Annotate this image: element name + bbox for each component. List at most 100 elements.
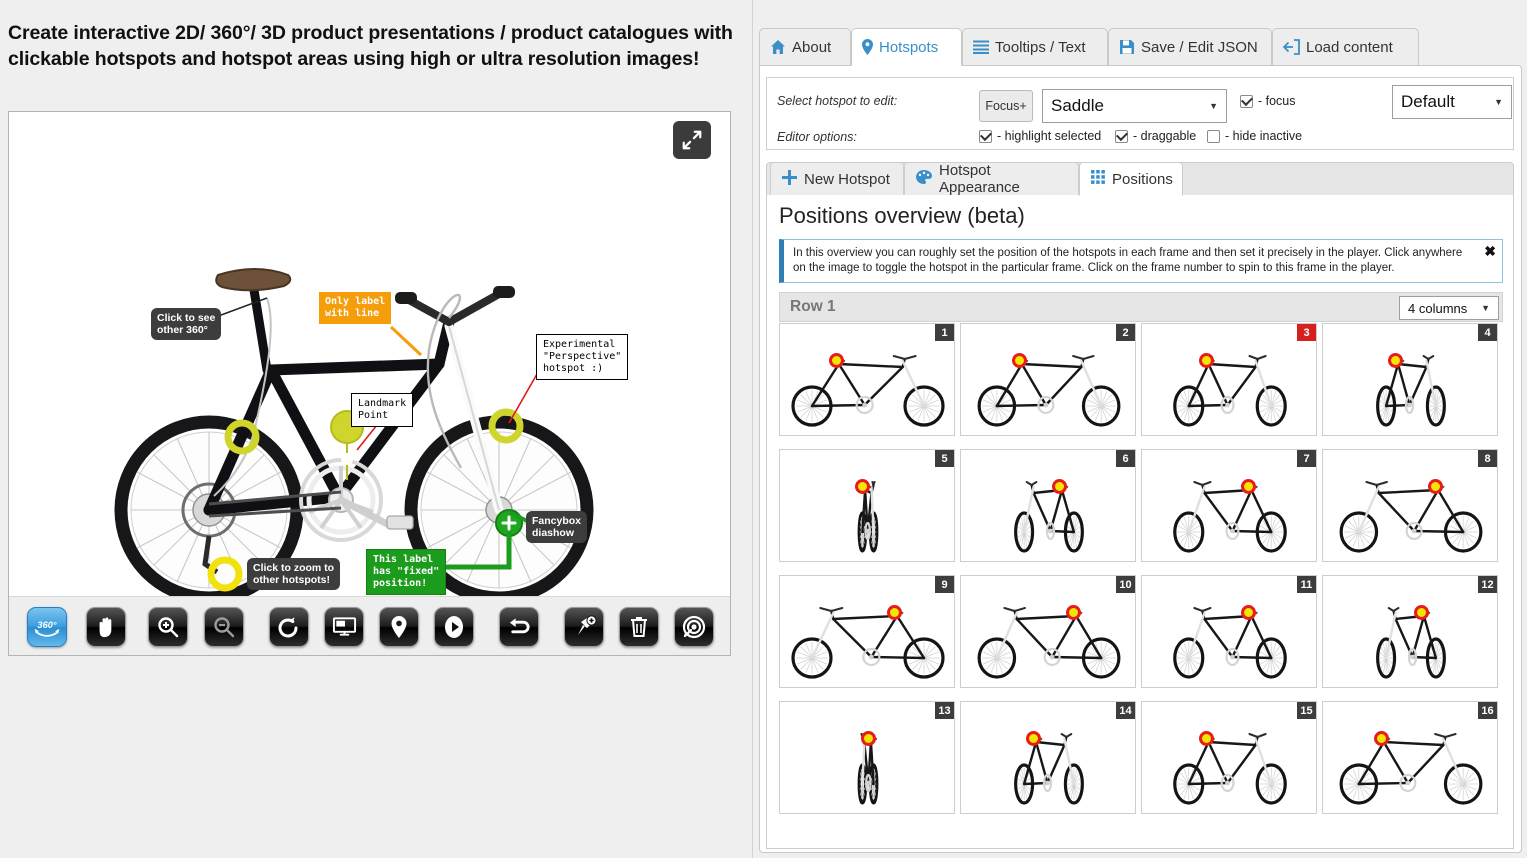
undo-button[interactable] (499, 607, 539, 647)
frame-cell[interactable]: 16 (1322, 701, 1498, 814)
tab-tooltips-text[interactable]: Tooltips / Text (962, 28, 1108, 66)
frame-thumbnail (1323, 450, 1497, 561)
play-button[interactable] (434, 607, 474, 647)
frame-cell[interactable]: 4 (1322, 323, 1498, 436)
frame-number-badge[interactable]: 4 (1478, 324, 1497, 341)
frame-number-badge[interactable]: 8 (1478, 450, 1497, 467)
subtab-new-hotspot[interactable]: New Hotspot (770, 162, 904, 196)
frame-hotspot-marker[interactable] (828, 353, 844, 368)
hotspot-label-click-zoom[interactable]: Click to zoom to other hotspots! (247, 558, 341, 590)
frame-hotspot-marker[interactable] (1388, 353, 1404, 368)
frame-cell[interactable]: 9 (779, 575, 955, 688)
fullscreen-monitor-button[interactable] (324, 607, 364, 647)
frame-number-badge[interactable]: 15 (1297, 702, 1316, 719)
tab-about[interactable]: About (759, 28, 851, 66)
zoom-out-button[interactable] (204, 607, 244, 647)
target-focus-button[interactable] (674, 607, 714, 647)
hotspots-toggle-button[interactable] (379, 607, 419, 647)
delete-button[interactable] (619, 607, 659, 647)
frame-hotspot-marker[interactable] (1373, 731, 1389, 746)
hide-inactive-checkbox[interactable] (1207, 129, 1220, 143)
frame-hotspot-marker[interactable] (1198, 353, 1214, 368)
viewer-stage[interactable]: Click to see other 360° Only label with … (9, 112, 730, 596)
frame-hotspot-marker[interactable] (1198, 731, 1214, 746)
frame-cell[interactable]: 1 (779, 323, 955, 436)
hotspot-label-perspective[interactable]: Experimental "Perspective" hotspot :) (536, 334, 629, 380)
tab-load-content[interactable]: Load content (1272, 28, 1419, 66)
list-lines-icon (973, 40, 989, 54)
frame-cell[interactable]: 8 (1322, 449, 1498, 562)
positions-overview: Positions overview (beta) In this overvi… (766, 195, 1514, 849)
frame-number-badge[interactable]: 11 (1297, 576, 1316, 593)
hotspot-label-fancybox[interactable]: Fancybox diashow (526, 511, 588, 543)
frame-number-badge[interactable]: 9 (935, 576, 954, 593)
frame-hotspot-marker[interactable] (860, 731, 876, 746)
frame-cell[interactable]: 14 (960, 701, 1136, 814)
row-header: Row 1 4 columns ▼ (779, 292, 1503, 322)
hotspot-label-landmark-point[interactable]: Landmark Point (351, 393, 414, 427)
product-viewer[interactable]: Click to see other 360° Only label with … (8, 111, 731, 656)
focus-checkbox[interactable] (1240, 94, 1253, 108)
hotspot-label-only-label-with-line[interactable]: Only label with line (319, 292, 392, 324)
frame-thumbnail (1323, 702, 1497, 813)
palette-icon (916, 169, 932, 189)
draggable-checkbox-row[interactable]: - draggable (1115, 129, 1196, 143)
frame-cell[interactable]: 13 (779, 701, 955, 814)
frame-cell[interactable]: 3 (1141, 323, 1317, 436)
hotspot-label-click-360[interactable]: Click to see other 360° (151, 308, 222, 340)
frame-hotspot-marker[interactable] (1051, 479, 1067, 494)
frame-number-badge[interactable]: 2 (1116, 324, 1135, 341)
frame-cell[interactable]: 5 (779, 449, 955, 562)
frame-cell[interactable]: 10 (960, 575, 1136, 688)
frame-number-badge[interactable]: 7 (1297, 450, 1316, 467)
pan-hand-button[interactable] (86, 607, 126, 647)
hotspot-select[interactable]: Saddle ▼ (1042, 89, 1227, 123)
frame-cell[interactable]: 7 (1141, 449, 1317, 562)
hotspot-label-fixed-position[interactable]: This label has "fixed" position! (366, 549, 447, 595)
expand-arrows-icon[interactable] (673, 121, 711, 159)
hide-inactive-checkbox-row[interactable]: - hide inactive (1207, 129, 1302, 143)
frame-number-badge[interactable]: 6 (1116, 450, 1135, 467)
hotspot-ring-front (488, 408, 524, 444)
frame-hotspot-marker[interactable] (1413, 605, 1429, 620)
tab-label: Load content (1306, 38, 1393, 56)
tab-hotspots[interactable]: Hotspots (851, 28, 962, 66)
rotate-360-button[interactable]: 360° (27, 607, 67, 647)
frame-cell[interactable]: 15 (1141, 701, 1317, 814)
frame-cell[interactable]: 2 (960, 323, 1136, 436)
frame-hotspot-marker[interactable] (1011, 353, 1027, 368)
highlight-selected-checkbox[interactable] (979, 129, 992, 143)
hotspot-editor-options: Select hotspot to edit: Editor options: … (766, 77, 1514, 150)
frame-number-badge[interactable]: 13 (935, 702, 954, 719)
close-x-icon[interactable]: ✖ (1484, 244, 1496, 258)
frame-number-badge-current[interactable]: 3 (1297, 324, 1316, 341)
zoom-in-button[interactable] (148, 607, 188, 647)
reset-rotate-button[interactable] (269, 607, 309, 647)
left-panel: Create interactive 2D/ 360°/ 3D product … (0, 0, 753, 858)
subtab-positions[interactable]: Positions (1079, 162, 1183, 196)
frame-thumbnail (780, 702, 954, 813)
frame-hotspot-marker[interactable] (855, 479, 871, 494)
focus-checkbox-row[interactable]: - focus (1240, 94, 1296, 108)
highlight-selected-checkbox-row[interactable]: - highlight selected (979, 129, 1101, 143)
frame-number-badge[interactable]: 5 (935, 450, 954, 467)
preset-select[interactable]: Default ▼ (1392, 85, 1512, 119)
frame-number-badge[interactable]: 12 (1478, 576, 1497, 593)
frame-number-badge[interactable]: 10 (1116, 576, 1135, 593)
home-icon (770, 39, 786, 55)
frame-number-badge[interactable]: 16 (1478, 702, 1497, 719)
subtab-hotspot-appearance[interactable]: Hotspot Appearance (904, 162, 1079, 196)
focus-plus-button[interactable]: Focus+ (979, 90, 1033, 122)
frame-cell[interactable]: 6 (960, 449, 1136, 562)
frame-hotspot-marker[interactable] (1026, 731, 1042, 746)
preset-select-value: Default (1401, 92, 1455, 111)
columns-select[interactable]: 4 columns ▼ (1399, 296, 1499, 320)
frame-cell[interactable]: 11 (1141, 575, 1317, 688)
frame-thumbnail (780, 450, 954, 561)
frame-number-badge[interactable]: 14 (1116, 702, 1135, 719)
frame-cell[interactable]: 12 (1322, 575, 1498, 688)
draggable-checkbox[interactable] (1115, 129, 1128, 143)
tab-save-edit-json[interactable]: Save / Edit JSON (1108, 28, 1272, 66)
frame-number-badge[interactable]: 1 (935, 324, 954, 341)
add-hotspot-button[interactable] (564, 607, 604, 647)
